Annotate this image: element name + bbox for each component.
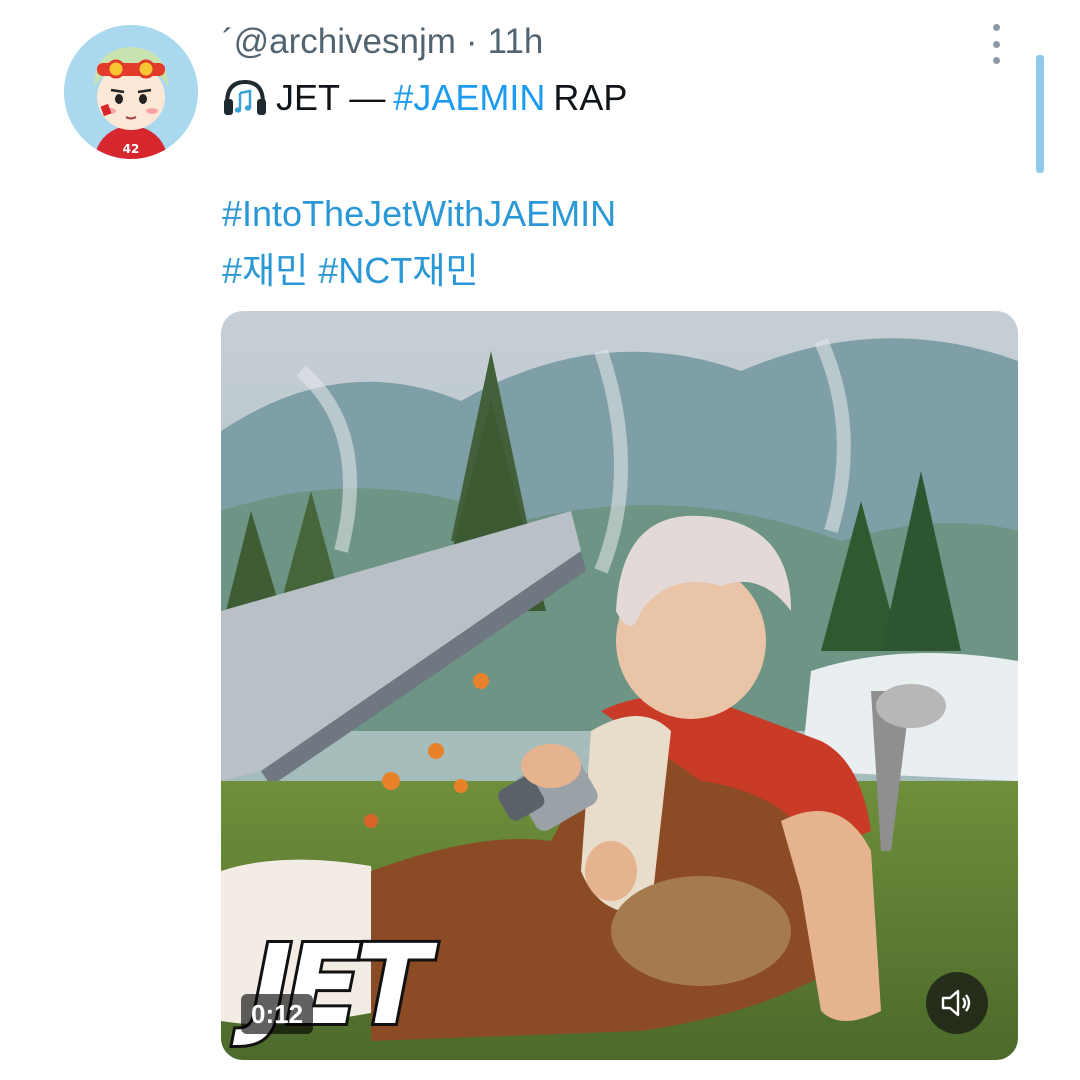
speaker-muted-icon (941, 989, 971, 1017)
tweet-text-line-3: #재민 #NCT재민 (222, 247, 479, 295)
more-options-icon[interactable] (982, 24, 1010, 64)
headphones-music-icon (222, 77, 268, 119)
hashtag-nct-jaemin-korean[interactable]: #NCT재민 (318, 250, 478, 291)
author-handle[interactable]: ´@archivesnjm (222, 22, 456, 61)
video-timestamp: 0:12 (241, 994, 314, 1034)
header-separator: · (465, 22, 478, 61)
tweet-text-line-2: #IntoTheJetWithJAEMIN (222, 190, 616, 238)
tweet-text-prefix: JET — (276, 77, 386, 118)
tweet-header: ´@archivesnjm · 11h (222, 18, 543, 66)
video-player[interactable]: JET 0:12 (221, 311, 1018, 1060)
tweet-card[interactable]: 42 ´@archivesnjm · 11h JET — #JAEMIN RAP… (0, 0, 1080, 1080)
tweet-text-line-1: JET — #JAEMIN RAP (222, 74, 627, 122)
scroll-indicator (1036, 55, 1044, 173)
svg-text:42: 42 (123, 142, 140, 156)
avatar[interactable]: 42 (64, 25, 198, 159)
hashtag-jaemin[interactable]: #JAEMIN (393, 74, 545, 122)
tweet-time[interactable]: 11h (488, 22, 544, 61)
avatar-illustration: 42 (64, 25, 198, 159)
tweet-text-suffix: RAP (553, 77, 628, 118)
hashtag-intothejetwithjaemin[interactable]: #IntoTheJetWithJAEMIN (222, 193, 616, 234)
mute-button[interactable] (926, 972, 988, 1034)
hashtag-jaemin-korean[interactable]: #재민 (222, 250, 308, 291)
